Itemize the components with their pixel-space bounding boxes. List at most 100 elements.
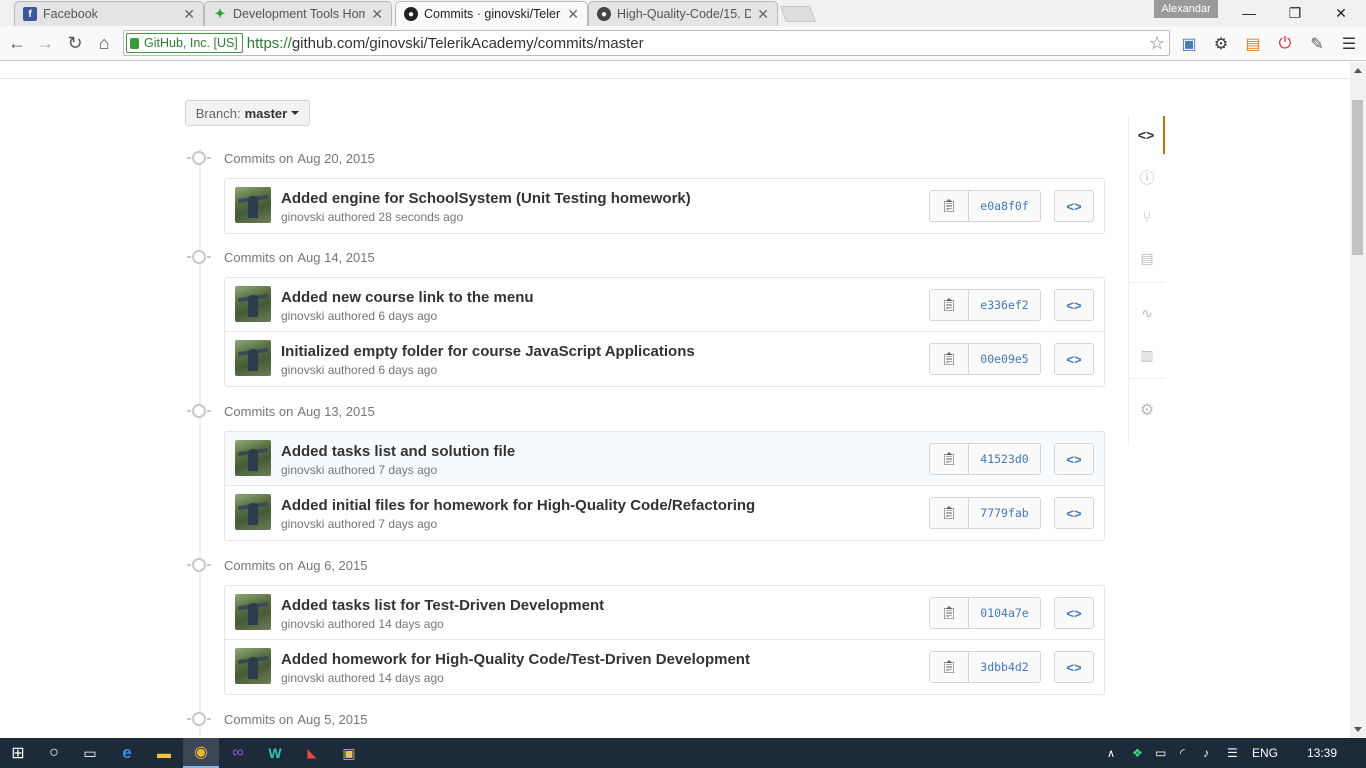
- scroll-down-icon[interactable]: [1354, 727, 1362, 732]
- commit-sha-link[interactable]: 00e09e5: [968, 343, 1041, 375]
- extension-power-icon[interactable]: ⏻: [1275, 34, 1295, 54]
- code-icon[interactable]: <>: [1129, 116, 1165, 154]
- notifications-icon[interactable]: ☰: [1227, 738, 1238, 768]
- home-icon[interactable]: ⌂: [93, 32, 115, 54]
- commit-message[interactable]: Added tasks list and solution file: [281, 443, 515, 460]
- commit-sha-link[interactable]: e336ef2: [968, 289, 1041, 321]
- commit-sha-link[interactable]: 3dbb4d2: [968, 651, 1041, 683]
- tab-facebook[interactable]: f Facebook ✕: [14, 1, 204, 26]
- chrome-icon[interactable]: ◉: [183, 738, 219, 768]
- page-scrollbar[interactable]: [1350, 62, 1366, 738]
- file-explorer-icon[interactable]: ▬: [146, 738, 182, 768]
- copy-sha-button[interactable]: 📋︎: [929, 190, 969, 222]
- visual-studio-icon[interactable]: ∞: [220, 738, 256, 768]
- windows-start-icon[interactable]: ⊞: [0, 738, 36, 768]
- battery-icon[interactable]: ▭: [1155, 738, 1166, 768]
- commit-message[interactable]: Added new course link to the menu: [281, 289, 534, 306]
- tray-up-icon[interactable]: ∧: [1107, 738, 1115, 768]
- tab-commits[interactable]: ● Commits · ginovski/Telerik ✕: [395, 1, 588, 26]
- dropbox-icon[interactable]: ❖: [1132, 738, 1143, 768]
- php-storm-icon[interactable]: ◣: [294, 738, 330, 768]
- graphs-icon[interactable]: ▥: [1129, 336, 1165, 374]
- menu-icon[interactable]: ☰: [1339, 34, 1359, 54]
- scroll-up-icon[interactable]: [1354, 68, 1362, 73]
- ev-certificate-badge[interactable]: GitHub, Inc. [US]: [126, 33, 243, 53]
- close-window-icon[interactable]: ✕: [1318, 0, 1364, 26]
- browse-code-button[interactable]: <>: [1054, 443, 1094, 475]
- avatar[interactable]: [235, 648, 271, 684]
- commit-author[interactable]: ginovski: [281, 463, 324, 477]
- volume-icon[interactable]: ♪: [1203, 738, 1209, 768]
- scrollbar-thumb[interactable]: [1352, 100, 1363, 255]
- extension-clipboard-icon[interactable]: ▤: [1243, 34, 1263, 54]
- browse-code-button[interactable]: <>: [1054, 497, 1094, 529]
- edge-icon[interactable]: e: [109, 738, 145, 768]
- commit-message[interactable]: Added initial files for homework for Hig…: [281, 497, 755, 514]
- address-bar[interactable]: GitHub, Inc. [US] https://github.com/gin…: [123, 30, 1170, 56]
- browse-code-button[interactable]: <>: [1054, 190, 1094, 222]
- avatar[interactable]: [235, 340, 271, 376]
- commit-author[interactable]: ginovski: [281, 671, 324, 685]
- extension-dropper-icon[interactable]: ✎: [1307, 34, 1327, 54]
- branch-select-button[interactable]: Branch: master: [185, 100, 310, 126]
- minimize-icon[interactable]: —: [1226, 0, 1272, 26]
- wiki-icon[interactable]: ▤: [1129, 239, 1165, 277]
- pull-requests-icon[interactable]: ⑂: [1129, 198, 1165, 236]
- extension-cast-icon[interactable]: ▣: [1179, 34, 1199, 54]
- close-icon[interactable]: ✕: [567, 6, 579, 23]
- commit-message[interactable]: Added homework for High-Quality Code/Tes…: [281, 651, 750, 668]
- clock[interactable]: 13:39: [1307, 738, 1337, 768]
- back-icon[interactable]: ←: [6, 32, 28, 54]
- issues-icon[interactable]: ⓘ: [1129, 158, 1165, 196]
- settings-gear-icon[interactable]: ⚙: [1129, 391, 1165, 429]
- profile-name[interactable]: Alexandar: [1154, 0, 1218, 18]
- browse-code-button[interactable]: <>: [1054, 343, 1094, 375]
- commit-message[interactable]: Added tasks list for Test-Driven Develop…: [281, 597, 604, 614]
- task-view-icon[interactable]: ▭: [72, 738, 108, 768]
- search-icon[interactable]: ○: [36, 738, 72, 768]
- tab-development-tools[interactable]: ✦ Development Tools Home ✕: [204, 1, 392, 26]
- browse-code-button[interactable]: <>: [1054, 597, 1094, 629]
- close-icon[interactable]: ✕: [371, 6, 383, 23]
- commit-author[interactable]: ginovski: [281, 210, 324, 224]
- forward-icon[interactable]: →: [34, 32, 56, 54]
- commit-author[interactable]: ginovski: [281, 309, 324, 323]
- avatar[interactable]: [235, 286, 271, 322]
- commit-sha-link[interactable]: 7779fab: [968, 497, 1041, 529]
- copy-sha-button[interactable]: 📋︎: [929, 443, 969, 475]
- close-icon[interactable]: ✕: [183, 6, 195, 23]
- avatar[interactable]: [235, 440, 271, 476]
- commit-sha-link[interactable]: 0104a7e: [968, 597, 1041, 629]
- restore-icon[interactable]: ❐: [1272, 0, 1318, 26]
- browse-code-button[interactable]: <>: [1054, 289, 1094, 321]
- extension-gear-icon[interactable]: ⚙: [1211, 34, 1231, 54]
- reload-icon[interactable]: ↻: [64, 32, 86, 54]
- avatar[interactable]: [235, 594, 271, 630]
- commit-message[interactable]: Initialized empty folder for course Java…: [281, 343, 695, 360]
- webstorm-icon[interactable]: W: [257, 738, 293, 768]
- wifi-icon[interactable]: ◜: [1180, 738, 1185, 768]
- bookmark-star-icon[interactable]: ☆: [1149, 33, 1165, 54]
- tab-high-quality-code[interactable]: ● High-Quality-Code/15. De ✕: [588, 1, 778, 26]
- pulse-icon[interactable]: ∿: [1129, 294, 1165, 332]
- copy-sha-button[interactable]: 📋︎: [929, 343, 969, 375]
- commit-message[interactable]: Added engine for SchoolSystem (Unit Test…: [281, 190, 691, 207]
- copy-sha-button[interactable]: 📋︎: [929, 597, 969, 629]
- copy-sha-button[interactable]: 📋︎: [929, 497, 969, 529]
- url-text[interactable]: https://github.com/ginovski/TelerikAcade…: [247, 35, 644, 52]
- avatar[interactable]: [235, 494, 271, 530]
- facebook-icon: f: [23, 7, 37, 21]
- input-language[interactable]: ENG: [1252, 738, 1278, 768]
- copy-sha-button[interactable]: 📋︎: [929, 651, 969, 683]
- close-icon[interactable]: ✕: [757, 6, 769, 23]
- commit-author[interactable]: ginovski: [281, 363, 324, 377]
- avatar[interactable]: [235, 187, 271, 223]
- app-icon[interactable]: ▣: [331, 738, 367, 768]
- commit-author[interactable]: ginovski: [281, 617, 324, 631]
- commit-sha-link[interactable]: e0a8f0f: [968, 190, 1041, 222]
- browse-code-button[interactable]: <>: [1054, 651, 1094, 683]
- commit-sha-link[interactable]: 41523d0: [968, 443, 1041, 475]
- copy-sha-button[interactable]: 📋︎: [929, 289, 969, 321]
- new-tab-button[interactable]: [780, 6, 816, 22]
- commit-author[interactable]: ginovski: [281, 517, 324, 531]
